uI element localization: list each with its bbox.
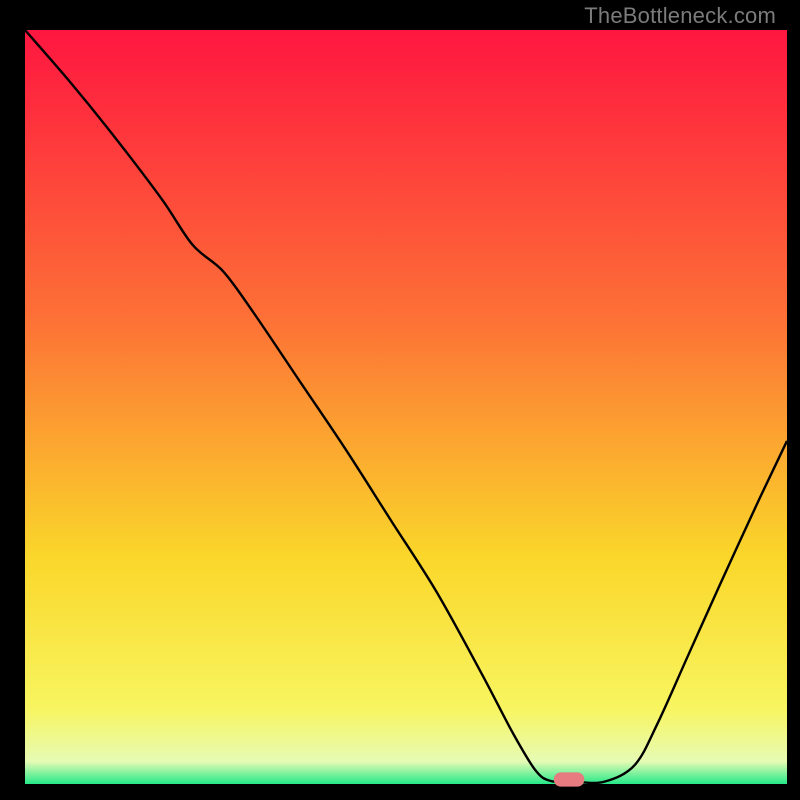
optimal-marker bbox=[554, 772, 584, 786]
plot-area bbox=[25, 30, 787, 784]
chart-svg bbox=[0, 0, 800, 800]
